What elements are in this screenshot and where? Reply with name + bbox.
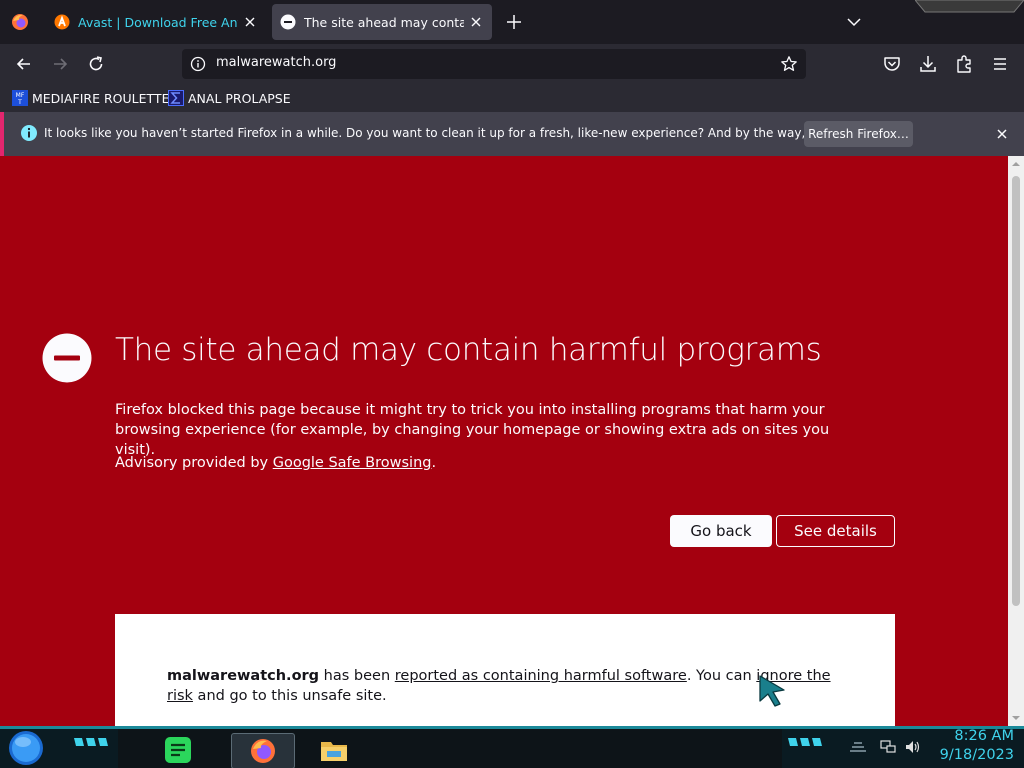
page-title: The site ahead may contain harmful progr… [115, 332, 822, 368]
taskbar-app-area [118, 729, 782, 768]
clock-date[interactable]: 9/18/2023 [930, 747, 1014, 763]
taskbar-app-notes[interactable] [161, 733, 195, 767]
taskbar-app-explorer[interactable] [317, 733, 351, 767]
forward-icon[interactable] [50, 54, 70, 74]
extensions-icon[interactable] [954, 54, 974, 74]
url-text[interactable]: malwarewatch.org [216, 55, 336, 70]
bookmark-label: ANAL PROLAPSE [188, 90, 291, 106]
taskbar-app-firefox[interactable] [231, 733, 295, 768]
advisory-prefix: Advisory provided by [115, 455, 273, 471]
url-bar[interactable]: malwarewatch.org [182, 49, 806, 79]
advisory-line: Advisory provided by Google Safe Browsin… [115, 455, 436, 471]
details-text: malwarewatch.org has been reported as co… [167, 666, 857, 706]
details-domain: malwarewatch.org [167, 668, 320, 684]
pocket-icon[interactable] [882, 54, 902, 74]
details-text-part: and go to this unsafe site. [192, 688, 387, 704]
tab-blocked-site[interactable]: The site ahead may contain harmful progr… [272, 4, 492, 40]
refresh-firefox-notification: It looks like you haven’t started Firefo… [0, 112, 1024, 156]
start-button-icon[interactable] [8, 730, 44, 766]
taskbar-decoration [788, 738, 822, 746]
close-icon[interactable] [994, 126, 1010, 142]
svg-text:MF: MF [16, 92, 25, 99]
details-text-part: . You can [686, 668, 757, 684]
bookmark-second[interactable]: ANAL PROLAPSE [168, 89, 291, 107]
menu-icon[interactable] [990, 54, 1010, 74]
mft-icon: MF T [12, 90, 28, 106]
blocked-icon [280, 14, 296, 30]
taskbar: 8:26 AM 9/18/2023 [0, 726, 1024, 768]
clock-time[interactable]: 8:26 AM [930, 728, 1014, 744]
tab-title: The site ahead may contain harmful progr… [304, 14, 464, 30]
tab-title: Avast | Download Free Antivirus [78, 14, 238, 30]
avast-icon [54, 14, 70, 30]
advisory-suffix: . [431, 455, 437, 471]
bookmark-star-icon[interactable] [780, 55, 798, 73]
chevron-down-icon[interactable] [844, 12, 864, 32]
go-back-button[interactable]: Go back [670, 515, 772, 547]
back-icon[interactable] [14, 54, 34, 74]
error-description: Firefox blocked this page because it mig… [115, 402, 830, 458]
close-tab-icon[interactable] [468, 14, 484, 30]
tab-strip: Avast | Download Free Antivirus The site… [0, 0, 1024, 44]
page-scrollbar[interactable] [1008, 156, 1024, 726]
volume-icon[interactable] [904, 739, 920, 755]
navigation-toolbar: malwarewatch.org [0, 44, 1024, 84]
details-panel: malwarewatch.org has been reported as co… [115, 614, 895, 726]
show-hidden-icons-icon[interactable] [848, 739, 868, 755]
tab-avast[interactable]: Avast | Download Free Antivirus [46, 4, 266, 40]
close-tab-icon[interactable] [242, 14, 258, 30]
svg-text:T: T [17, 99, 22, 106]
notes-icon [165, 737, 191, 763]
blocked-icon [42, 333, 92, 383]
site-info-icon[interactable] [190, 56, 206, 72]
bookmark-mediafire[interactable]: MF T MEDIAFIRE ROULETTER [12, 89, 178, 107]
notification-message: It looks like you haven’t started Firefo… [44, 126, 900, 140]
new-tab-icon[interactable] [504, 12, 524, 32]
see-details-button[interactable]: See details [776, 515, 895, 547]
network-icon[interactable] [880, 739, 896, 755]
window-frame-decoration [915, 0, 1024, 13]
bookmarks-toolbar: MF T MEDIAFIRE ROULETTER ANAL PROLAPSE [0, 84, 1024, 112]
file-explorer-icon [321, 742, 347, 761]
scroll-up-icon[interactable] [1012, 160, 1020, 168]
downloads-icon[interactable] [918, 54, 938, 74]
google-safe-browsing-link[interactable]: Google Safe Browsing [273, 455, 432, 471]
bookmark-label: MEDIAFIRE ROULETTER [32, 90, 179, 106]
scroll-down-icon[interactable] [1012, 714, 1020, 722]
firefox-view-icon[interactable] [10, 12, 30, 32]
error-page: The site ahead may contain harmful progr… [0, 156, 1008, 726]
reload-icon[interactable] [86, 54, 106, 74]
firefox-icon [251, 739, 275, 763]
reported-link[interactable]: reported as containing harmful software [395, 668, 687, 684]
sigma-icon [168, 90, 184, 106]
scrollbar-thumb[interactable] [1012, 176, 1020, 606]
info-icon [21, 125, 37, 141]
taskbar-decoration [74, 738, 108, 746]
refresh-firefox-button[interactable]: Refresh Firefox… [804, 121, 913, 147]
details-text-part: has been [319, 668, 395, 684]
mouse-cursor-icon [759, 675, 785, 707]
